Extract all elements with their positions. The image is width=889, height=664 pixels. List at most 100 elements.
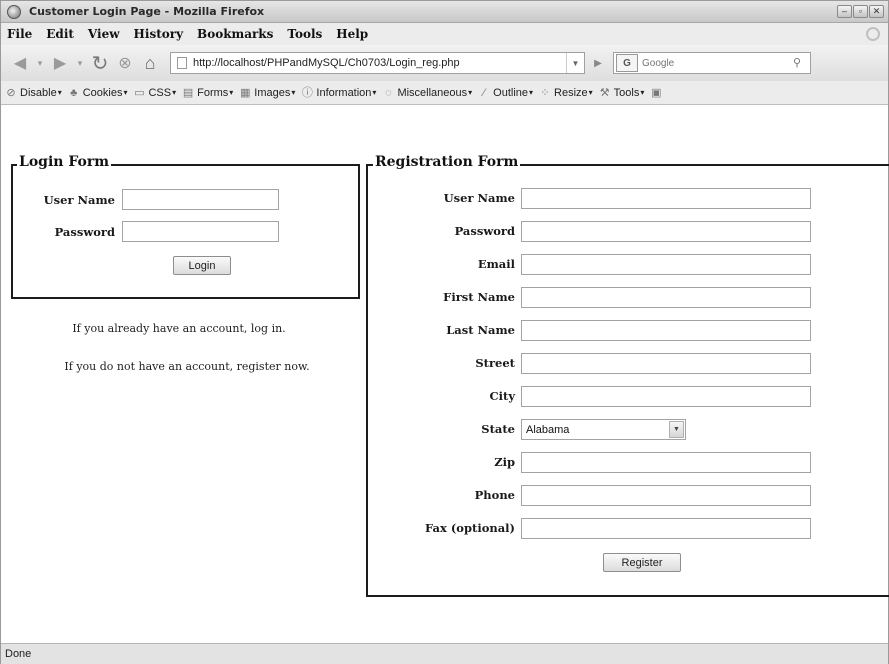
reg-zip-label: Zip <box>494 455 515 469</box>
url-dropdown-icon[interactable]: ▼ <box>566 53 584 73</box>
devbar-label: CSS <box>148 86 172 99</box>
resize-icon: ⁘ <box>540 86 550 99</box>
menu-view[interactable]: View <box>88 27 120 41</box>
reg-street-input[interactable] <box>521 353 811 374</box>
login-username-input[interactable] <box>122 189 279 210</box>
reg-username-label: User Name <box>443 191 515 205</box>
back-icon[interactable]: ◀ <box>9 52 31 74</box>
search-input[interactable] <box>642 57 772 69</box>
chevron-down-icon[interactable]: ▼ <box>669 421 684 438</box>
reg-phone-label: Phone <box>474 488 515 502</box>
devbar-forms[interactable]: ▤ Forms ▾ <box>182 87 233 99</box>
reg-email-input[interactable] <box>521 254 811 275</box>
page-icon <box>177 57 187 69</box>
devbar-resize[interactable]: ⁘ Resize ▾ <box>539 86 592 99</box>
devbar-label: Miscellaneous <box>397 86 468 99</box>
images-icon: ▦ <box>240 86 251 99</box>
menu-bar: File Edit View History Bookmarks Tools H… <box>1 23 888 45</box>
devbar-outline[interactable]: ⁄ Outline ▾ <box>478 87 533 99</box>
reg-city-input[interactable] <box>521 386 811 407</box>
home-icon[interactable]: ⌂ <box>139 52 161 74</box>
reg-lastname-label: Last Name <box>446 323 515 337</box>
search-box[interactable]: G ⚲ <box>613 52 811 74</box>
status-bar: Done <box>1 643 888 664</box>
menu-file[interactable]: File <box>7 27 32 41</box>
search-icon[interactable]: ⚲ <box>793 56 807 70</box>
url-text[interactable]: http://localhost/PHPandMySQL/Ch0703/Logi… <box>193 57 460 69</box>
devbar-label: Tools <box>613 86 640 99</box>
go-icon[interactable]: ▶ <box>589 53 607 73</box>
devbar-disable[interactable]: ⊘ Disable ▾ <box>5 86 61 99</box>
cookies-icon: ♣ <box>70 86 78 99</box>
login-legend: Login Form <box>17 154 112 170</box>
navigation-toolbar: ◀ ▾ ▶ ▾ ↻ ⊗ ⌂ http://localhost/PHPandMyS… <box>1 45 888 81</box>
menu-edit[interactable]: Edit <box>46 27 74 41</box>
forward-dropdown-icon[interactable]: ▾ <box>74 52 86 74</box>
registration-legend: Registration Form <box>373 154 521 170</box>
reg-state-label: State <box>481 422 515 436</box>
devbar-css[interactable]: ▭ CSS ▾ <box>133 87 176 99</box>
devbar-miscellaneous[interactable]: ◌ Miscellaneous ▾ <box>382 87 472 99</box>
throbber-icon <box>866 27 880 41</box>
css-icon: ▭ <box>134 86 145 99</box>
menu-tools[interactable]: Tools <box>287 27 322 41</box>
reg-zip-input[interactable] <box>521 452 811 473</box>
firefox-icon <box>7 4 21 19</box>
reg-username-input[interactable] <box>521 188 811 209</box>
devbar-label: Outline <box>493 86 529 99</box>
reg-city-label: City <box>489 389 515 403</box>
reg-password-input[interactable] <box>521 221 811 242</box>
menu-help[interactable]: Help <box>336 27 368 41</box>
register-message: If you do not have an account, register … <box>64 360 310 373</box>
reg-firstname-label: First Name <box>443 290 515 304</box>
login-username-label: User Name <box>43 193 115 207</box>
register-button[interactable]: Register <box>603 553 681 572</box>
page-content: Login Form User Name Password Login If y… <box>1 106 889 643</box>
reg-fax-input[interactable] <box>521 518 811 539</box>
close-button[interactable]: ✕ <box>869 5 884 18</box>
reg-firstname-input[interactable] <box>521 287 811 308</box>
tools-icon: ⚒ <box>599 86 610 99</box>
login-password-input[interactable] <box>122 221 279 242</box>
reload-icon[interactable]: ↻ <box>89 52 111 75</box>
address-bar[interactable]: http://localhost/PHPandMySQL/Ch0703/Logi… <box>170 52 585 74</box>
reg-password-label: Password <box>454 224 515 238</box>
reg-state-value: Alabama <box>526 423 570 436</box>
reg-state-select[interactable]: Alabama ▼ <box>521 419 686 440</box>
devbar-label: Disable <box>20 86 57 99</box>
devbar-label: Cookies <box>82 86 123 99</box>
stop-icon[interactable]: ⊗ <box>114 52 136 74</box>
minimize-button[interactable]: – <box>837 5 852 18</box>
reg-lastname-input[interactable] <box>521 320 811 341</box>
forms-icon: ▤ <box>182 86 194 99</box>
forward-icon[interactable]: ▶ <box>49 52 71 74</box>
outline-icon: ⁄ <box>483 86 486 99</box>
devbar-tools[interactable]: ⚒ Tools ▾ <box>599 87 645 99</box>
overflow-icon: ▣ <box>651 86 662 99</box>
devbar-overflow[interactable]: ▣ <box>650 87 665 99</box>
search-engine-icon[interactable]: G <box>616 54 638 72</box>
miscellaneous-icon: ◌ <box>385 86 392 99</box>
devbar-cookies[interactable]: ♣ Cookies ▾ <box>68 86 127 99</box>
menu-history[interactable]: History <box>134 27 184 41</box>
reg-email-label: Email <box>477 257 515 271</box>
devbar-label: Resize <box>554 86 588 99</box>
maximize-button[interactable]: ▫ <box>853 5 868 18</box>
window-controls: – ▫ ✕ <box>837 5 884 18</box>
disable-icon: ⊘ <box>6 86 16 99</box>
devbar-images[interactable]: ▦ Images ▾ <box>239 87 295 99</box>
information-icon: ⓘ <box>301 86 313 99</box>
devbar-label: Forms <box>197 86 229 99</box>
reg-street-label: Street <box>475 356 515 370</box>
reg-phone-input[interactable] <box>521 485 811 506</box>
login-password-label: Password <box>54 225 115 239</box>
browser-window: Customer Login Page - Mozilla Firefox – … <box>0 0 889 664</box>
devbar-information[interactable]: ⓘ Information ▾ <box>301 86 377 99</box>
login-button[interactable]: Login <box>173 256 231 275</box>
devbar-label: Information <box>316 86 372 99</box>
web-developer-toolbar: ⊘ Disable ▾ ♣ Cookies ▾ ▭ CSS ▾ ▤ Forms ▾ ▦ Image… <box>1 81 888 105</box>
menu-bookmarks[interactable]: Bookmarks <box>197 27 273 41</box>
back-dropdown-icon[interactable]: ▾ <box>34 52 46 74</box>
login-message: If you already have an account, log in. <box>72 322 286 335</box>
status-text: Done <box>5 648 32 660</box>
